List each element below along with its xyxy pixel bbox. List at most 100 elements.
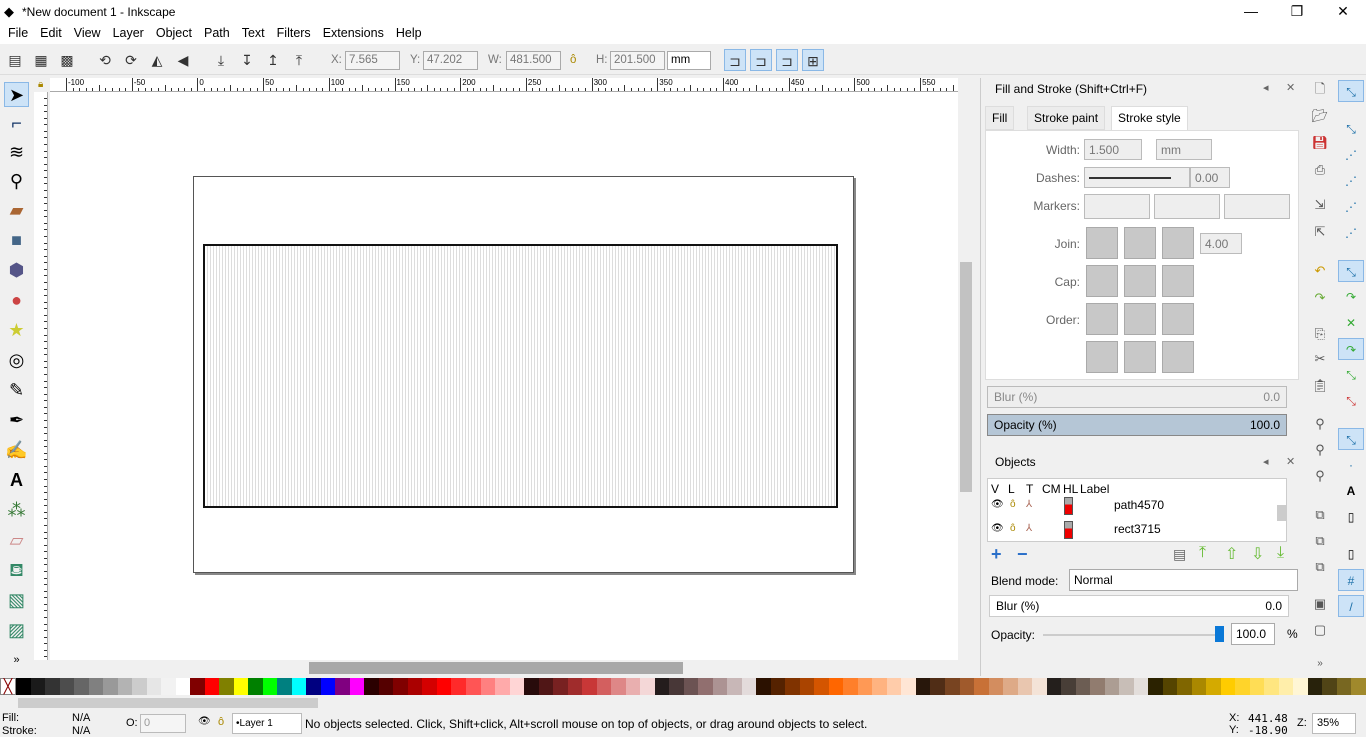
color-swatch[interactable] xyxy=(1293,678,1308,695)
color-swatch[interactable] xyxy=(756,678,771,695)
flip-vertical-icon[interactable]: ◀ xyxy=(172,49,194,71)
color-swatch[interactable] xyxy=(378,678,394,695)
color-swatch[interactable] xyxy=(291,678,307,695)
calligraphy-tool-icon[interactable]: ✍ xyxy=(4,438,29,463)
objects-scrollbar[interactable] xyxy=(1277,505,1287,521)
tab-stroke-style[interactable]: Stroke style xyxy=(1111,106,1188,130)
color-swatch[interactable] xyxy=(524,678,539,695)
round-join-button[interactable] xyxy=(1086,227,1118,259)
tab-stroke-paint[interactable]: Stroke paint xyxy=(1027,106,1106,130)
lower-bottom-icon[interactable]: ⤓ xyxy=(210,49,232,71)
color-swatch[interactable] xyxy=(248,678,263,695)
color-swatch[interactable] xyxy=(103,678,118,695)
gradient-tool-icon[interactable]: ▧ xyxy=(4,588,29,613)
highlight-color-swatch[interactable] xyxy=(1064,521,1073,539)
color-swatch[interactable] xyxy=(451,678,466,695)
layer-visibility-icon[interactable]: 👁︎ xyxy=(198,716,211,727)
lock-icon[interactable]: ô xyxy=(570,54,576,66)
dashes-select[interactable] xyxy=(1084,167,1190,188)
color-swatch[interactable] xyxy=(1249,678,1265,695)
color-swatch[interactable] xyxy=(465,678,481,695)
maximize-button[interactable]: ❐ xyxy=(1274,0,1320,24)
tweak-tool-icon[interactable]: ≋ xyxy=(4,140,29,165)
color-swatch[interactable] xyxy=(1046,678,1062,695)
miter-limit-input[interactable]: 4.00 xyxy=(1200,233,1242,254)
object-row[interactable]: 👁︎ ô ⅄ rect3715 xyxy=(988,520,1278,542)
y-input[interactable]: 47.202 xyxy=(423,51,478,70)
color-swatch[interactable] xyxy=(988,678,1004,695)
raise-top-icon[interactable]: ⤒ xyxy=(288,49,310,71)
color-swatch[interactable] xyxy=(828,678,844,695)
snap-text-baseline-icon[interactable]: A xyxy=(1338,480,1364,502)
undo-icon[interactable]: ↶ xyxy=(1309,260,1331,282)
cut-icon[interactable]: ✂ xyxy=(1309,348,1331,370)
add-object-icon[interactable]: + xyxy=(991,544,1002,565)
scale-corners-icon[interactable]: ⊐ xyxy=(750,49,772,71)
color-swatch[interactable] xyxy=(1264,678,1279,695)
color-swatch[interactable] xyxy=(117,678,133,695)
color-swatch[interactable] xyxy=(857,678,873,695)
vertical-ruler[interactable] xyxy=(34,92,48,660)
objects-collapse-icon[interactable]: ◂ xyxy=(1263,455,1269,468)
save-icon[interactable]: 💾︎ xyxy=(1309,132,1331,154)
color-swatch[interactable] xyxy=(88,678,104,695)
rotate-ccw-icon[interactable]: ⟲ xyxy=(94,49,116,71)
properties-icon[interactable]: ▤ xyxy=(1173,546,1186,563)
color-swatch[interactable] xyxy=(799,678,815,695)
color-swatch[interactable] xyxy=(495,678,510,695)
menu-extensions[interactable]: Extensions xyxy=(315,24,388,44)
width-unit-select[interactable]: mm xyxy=(1156,139,1212,160)
minimize-button[interactable]: — xyxy=(1228,0,1274,24)
fs-blur-slider[interactable]: Blur (%) 0.0 xyxy=(987,386,1287,408)
print-icon[interactable]: ⎙ xyxy=(1309,159,1331,181)
color-swatch[interactable] xyxy=(959,678,975,695)
color-swatch[interactable] xyxy=(1235,678,1250,695)
menu-edit[interactable]: Edit xyxy=(32,24,66,44)
snap-center-icon[interactable]: · xyxy=(1338,454,1364,476)
select-all-icon[interactable]: ▤ xyxy=(4,49,26,71)
snap-toggle-icon[interactable]: ⤡ xyxy=(1338,80,1364,102)
panel-collapse-icon[interactable]: ◂ xyxy=(1263,81,1269,94)
color-swatch[interactable] xyxy=(146,678,162,695)
snap-grid-icon[interactable]: # xyxy=(1338,569,1364,591)
order-button-3[interactable] xyxy=(1162,303,1194,335)
object-label[interactable]: rect3715 xyxy=(1114,522,1161,536)
color-swatch[interactable] xyxy=(16,678,31,695)
color-swatch[interactable] xyxy=(436,678,452,695)
color-swatch[interactable] xyxy=(219,678,234,695)
commands-overflow-icon[interactable]: » xyxy=(1309,653,1331,675)
toolbox-overflow-icon[interactable]: » xyxy=(4,648,29,673)
color-swatch[interactable] xyxy=(204,678,220,695)
opacity-slider-track[interactable] xyxy=(1043,634,1219,636)
text-tool-icon[interactable]: A xyxy=(4,468,29,493)
order-button-6[interactable] xyxy=(1162,341,1194,373)
rotate-cw-icon[interactable]: ⟳ xyxy=(120,49,142,71)
close-button[interactable]: ✕ xyxy=(1320,0,1366,24)
color-swatch[interactable] xyxy=(320,678,336,695)
x-input[interactable]: 7.565 xyxy=(345,51,400,70)
raise-icon[interactable]: ↥ xyxy=(262,49,284,71)
vertical-scroll-thumb[interactable] xyxy=(960,262,972,492)
color-swatch[interactable] xyxy=(1090,678,1105,695)
horizontal-ruler[interactable]: -100 -50 0 50 100 150 200 250 300 350 400 450 500 550 xyxy=(50,78,958,92)
color-swatch[interactable] xyxy=(74,678,89,695)
snap-bbox-edge-icon[interactable]: ⋰ xyxy=(1338,144,1364,166)
snap-nodes-icon[interactable]: ⤡ xyxy=(1338,260,1364,282)
snap-cusp-icon[interactable]: ↷ xyxy=(1338,338,1364,360)
zoom-page-icon[interactable]: ⚲ xyxy=(1309,465,1331,487)
blend-mode-select[interactable]: Normal xyxy=(1069,569,1298,591)
color-swatch[interactable] xyxy=(30,678,46,695)
snap-bbox-center-icon[interactable]: ⋰ xyxy=(1338,222,1364,244)
panel-close-icon[interactable]: ✕ xyxy=(1286,81,1295,94)
color-swatch[interactable] xyxy=(1104,678,1120,695)
copy-icon[interactable]: ⎘ xyxy=(1309,323,1331,345)
menu-object[interactable]: Object xyxy=(148,24,196,44)
menu-layer[interactable]: Layer xyxy=(105,24,148,44)
color-swatch[interactable] xyxy=(538,678,554,695)
color-swatch[interactable] xyxy=(567,678,583,695)
object-label[interactable]: path4570 xyxy=(1114,498,1164,512)
snap-intersection-icon[interactable]: ✕ xyxy=(1338,312,1364,334)
menu-file[interactable]: File xyxy=(0,24,32,44)
zoom-selection-icon[interactable]: ⚲ xyxy=(1309,413,1331,435)
order-button-5[interactable] xyxy=(1124,341,1156,373)
